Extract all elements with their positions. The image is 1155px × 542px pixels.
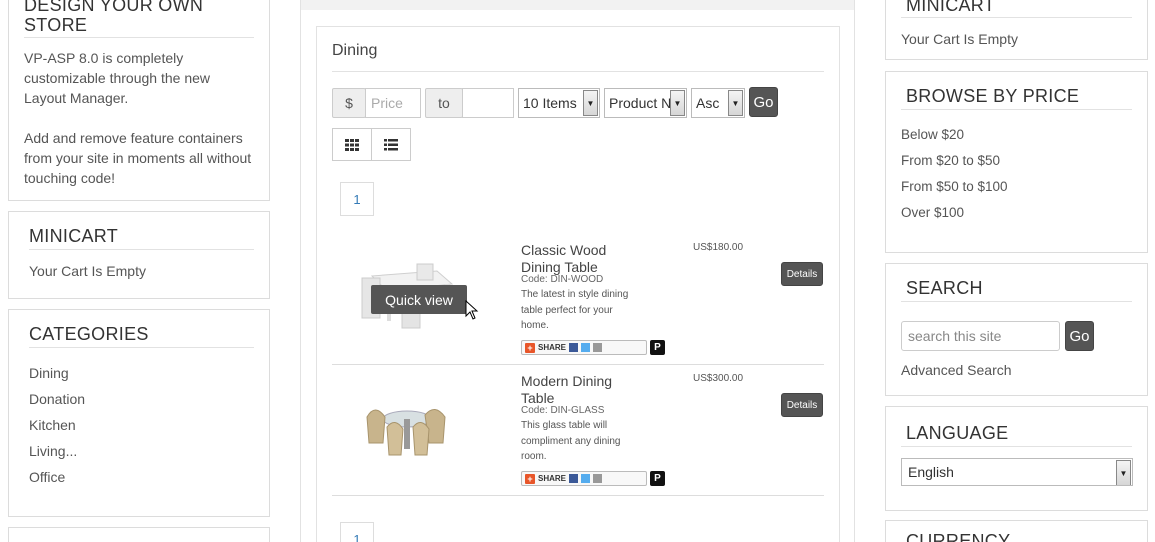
language-select[interactable]: English ▼ [901,458,1133,486]
left-next-box [8,527,270,542]
product-price: US$300.00 [693,373,744,384]
filter-go-button[interactable]: Go [749,87,778,117]
items-per-page-select[interactable]: 10 Items ▼ [518,88,600,118]
price-below-20-link[interactable]: Below $20 [901,122,1132,148]
chevron-down-icon: ▼ [728,90,743,116]
product-price: US$180.00 [693,242,744,253]
details-button[interactable]: Details [781,262,823,286]
product-description: This glass table will compliment any din… [521,420,621,462]
category-kitchen-link[interactable]: Kitchen [29,412,254,438]
advanced-search-link[interactable]: Advanced Search [901,362,1012,378]
quick-view-button[interactable]: Quick view [371,285,467,314]
chevron-down-icon: ▼ [583,90,598,116]
pinterest-icon[interactable]: P [650,340,665,355]
product-name[interactable]: Classic Wood Dining Table [521,242,641,276]
dining-panel: Dining $ Price to 10 Items ▼ Product N ▼… [316,26,840,542]
details-button[interactable]: Details [781,393,823,417]
main-content: Dining $ Price to 10 Items ▼ Product N ▼… [300,0,855,542]
grid-icon [345,138,359,151]
category-donation-link[interactable]: Donation [29,386,254,412]
categories-list: Dining Donation Kitchen Living... Office [29,360,254,490]
list-icon [384,138,398,150]
twitter-icon [581,343,591,352]
items-per-page-value: 10 Items [523,95,577,111]
pagination-page-top[interactable]: 1 [340,182,374,216]
product-code: Code: DIN-WOOD [521,274,604,285]
currency-title: CURRENCY [906,531,1011,542]
design-para-1: VP-ASP 8.0 is completely customizable th… [24,50,210,106]
language-box: LANGUAGE English ▼ [885,406,1148,511]
search-input[interactable]: search this site [901,321,1060,351]
sort-order-value: Asc [696,95,720,111]
minicart-right-empty-text: Your Cart Is Empty [901,31,1018,47]
search-go-button[interactable]: Go [1065,321,1094,351]
browse-by-price-box: BROWSE BY PRICE Below $20 From $20 to $5… [885,71,1148,253]
currency-box: CURRENCY [885,520,1148,542]
glass-table-image[interactable] [357,387,457,462]
product-name[interactable]: Modern Dining Table [521,373,641,407]
currency-addon: $ [332,88,366,118]
share-label: SHARE [538,343,567,352]
product-description: The latest in style dining table perfect… [521,289,629,331]
minicart-left-box: MINICART Your Cart Is Empty [8,211,270,299]
sort-order-select[interactable]: Asc ▼ [691,88,745,118]
minicart-left-title: MINICART [29,226,254,250]
language-value: English [908,464,954,480]
chevron-down-icon: ▼ [670,90,685,116]
minicart-right-box: MINICART Your Cart Is Empty [885,0,1148,60]
search-box: SEARCH search this site Go Advanced Sear… [885,263,1148,396]
email-icon [593,474,603,483]
content-top-bar [301,0,854,10]
price-range-list: Below $20 From $20 to $50 From $50 to $1… [901,122,1132,226]
list-view-button[interactable] [371,128,411,161]
mouse-cursor-icon [465,300,479,320]
share-button[interactable]: + SHARE [521,471,647,486]
price-to-input[interactable] [462,88,514,118]
product-code: Code: DIN-GLASS [521,405,605,416]
design-title: DESIGN YOUR OWN STORE [24,0,254,38]
twitter-icon [581,474,591,483]
product-row: Modern Dining Table Code: DIN-GLASS This… [332,365,824,496]
browse-by-price-title: BROWSE BY PRICE [901,86,1132,110]
minicart-left-empty-text: Your Cart Is Empty [29,263,146,279]
categories-box: CATEGORIES Dining Donation Kitchen Livin… [8,309,270,517]
pagination-page-bottom[interactable]: 1 [340,522,374,542]
email-icon [593,343,603,352]
category-dining-link[interactable]: Dining [29,360,254,386]
addthis-plus-icon: + [525,473,535,484]
language-title: LANGUAGE [901,423,1132,447]
minicart-right-title: MINICART [901,0,1132,18]
facebook-icon [569,343,579,352]
design-para-2: Add and remove feature containers from y… [24,130,252,186]
chevron-down-icon: ▼ [1116,460,1131,485]
share-button[interactable]: + SHARE [521,340,647,355]
design-your-store-box: DESIGN YOUR OWN STORE VP-ASP 8.0 is comp… [8,0,270,201]
categories-title: CATEGORIES [29,324,254,348]
share-label: SHARE [538,474,567,483]
product-row: Quick view Classic Wood Dining Table Cod… [332,234,824,365]
grid-view-button[interactable] [332,128,372,161]
title-divider [332,71,824,72]
price-50-to-100-link[interactable]: From $50 to $100 [901,174,1132,200]
price-20-to-50-link[interactable]: From $20 to $50 [901,148,1132,174]
category-title: Dining [332,42,378,59]
price-over-100-link[interactable]: Over $100 [901,200,1132,226]
addthis-plus-icon: + [525,342,535,353]
price-from-input[interactable]: Price [365,88,421,118]
search-title: SEARCH [901,278,1132,302]
sort-field-select[interactable]: Product N ▼ [604,88,687,118]
pinterest-icon[interactable]: P [650,471,665,486]
category-living-link[interactable]: Living... [29,438,254,464]
category-office-link[interactable]: Office [29,464,254,490]
to-addon: to [425,88,463,118]
sort-field-value: Product N [609,95,672,111]
facebook-icon [569,474,579,483]
